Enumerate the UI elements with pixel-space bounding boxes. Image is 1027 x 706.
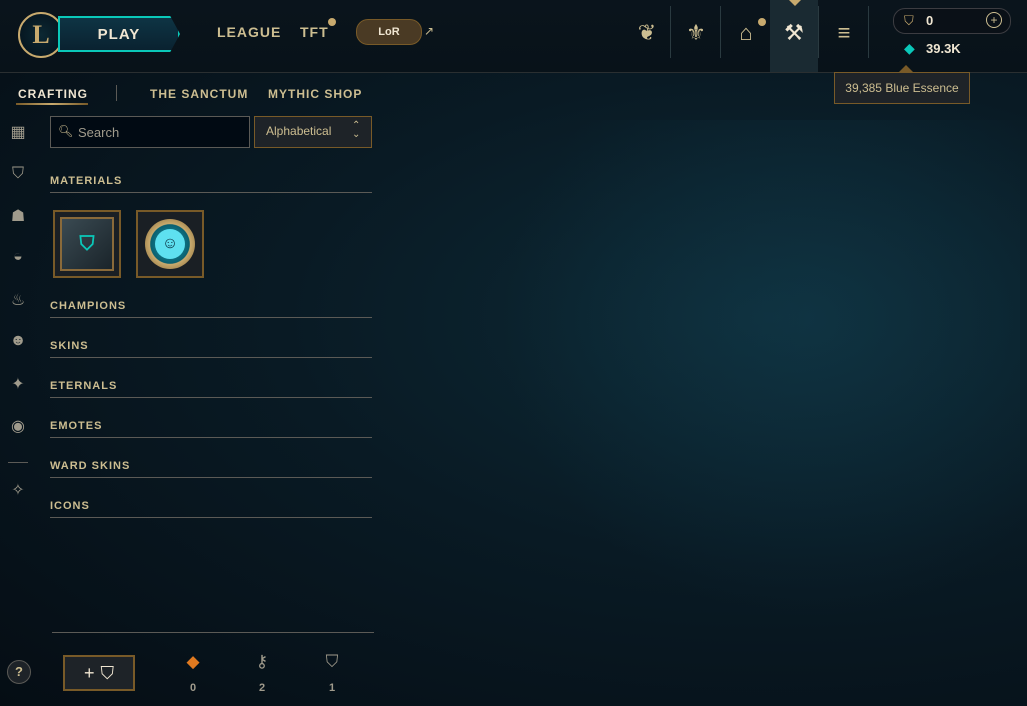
key-count: 2 (258, 682, 266, 694)
league-logo-icon[interactable]: L (18, 12, 64, 58)
nav-lor[interactable]: LoR (356, 19, 422, 45)
orange-essence-count: 0 (189, 682, 197, 694)
grid-icon[interactable]: ▦ (8, 122, 28, 142)
mask-icon[interactable]: ◒ (8, 247, 28, 267)
orange-essence-icon: ◆ (186, 652, 200, 671)
key-icon: ⚷ (255, 652, 269, 671)
section-title-materials[interactable]: MATERIALS (50, 175, 122, 187)
divider (50, 477, 372, 478)
play-button-label: PLAY (97, 25, 141, 43)
divider (116, 85, 117, 101)
help-button[interactable]: ? (7, 660, 31, 684)
play-button[interactable]: PLAY (58, 16, 180, 52)
active-tab-caret-icon (789, 0, 801, 6)
tft-notification-dot (328, 18, 336, 26)
chest-icon[interactable]: ⛉ (8, 164, 28, 184)
external-link-icon: ↗ (424, 24, 435, 38)
divider (52, 632, 374, 633)
divider (720, 6, 721, 58)
blue-essence-tooltip: 39,385 Blue Essence (834, 72, 970, 104)
champions-icon[interactable]: ❦ (632, 18, 662, 48)
tooltip-caret (899, 65, 913, 72)
active-tab-underline (16, 103, 88, 105)
divider (50, 357, 372, 358)
add-chest-button[interactable]: + ⛉ (63, 655, 135, 691)
nav-tft[interactable]: TFT (300, 24, 329, 40)
plus-icon: + (83, 662, 95, 683)
material-emote-token-tile[interactable]: ☺ (136, 210, 204, 278)
section-title-skins[interactable]: SKINS (50, 340, 89, 352)
divider (50, 437, 372, 438)
ward-icon[interactable]: ✦ (8, 374, 28, 394)
eternal-flame-icon[interactable]: ♨ (8, 290, 28, 310)
champion-helmet-icon[interactable]: ☗ (8, 206, 28, 226)
tab-the-sanctum[interactable]: THE SANCTUM (150, 87, 248, 101)
emote-token-icon: ☺ (145, 219, 195, 269)
divider (868, 6, 869, 58)
loot-icon[interactable]: ⚒ (779, 18, 809, 48)
riot-points-icon: ⛉ (904, 13, 914, 28)
material-chest-tile[interactable]: ⛉ (53, 210, 121, 278)
store-notification-dot (758, 18, 766, 26)
blue-essence-icon: ◆ (904, 40, 915, 56)
tab-crafting[interactable]: CRAFTING (18, 87, 88, 101)
collection-icon[interactable]: ⚜ (681, 18, 711, 48)
divider (818, 6, 819, 58)
divider (670, 6, 671, 58)
divider (8, 462, 28, 463)
section-title-ward-skins[interactable]: WARD SKINS (50, 460, 130, 472)
divider (50, 192, 372, 193)
search-input[interactable] (76, 121, 240, 143)
riot-points-value: 0 (926, 13, 934, 28)
section-title-emotes[interactable]: EMOTES (50, 420, 102, 432)
buy-rp-button[interactable]: + (986, 12, 1002, 28)
blue-essence-value[interactable]: 39.3K (926, 41, 961, 56)
divider (50, 397, 372, 398)
hextech-chest-icon: ⛉ (60, 217, 114, 271)
misc-icon[interactable]: ✧ (8, 480, 28, 500)
search-icon: 🔍︎ (58, 124, 74, 138)
chest-count: 1 (328, 682, 336, 694)
section-title-champions[interactable]: CHAMPIONS (50, 300, 126, 312)
chest-icon: ⛉ (325, 652, 339, 671)
divider (50, 317, 372, 318)
background-glow (500, 120, 1020, 620)
sort-dropdown-label: Alphabetical (266, 124, 332, 138)
currency-store-icon[interactable]: ≡ (829, 18, 859, 48)
chevron-updown-icon: ⌃ ⌄ (352, 120, 361, 140)
section-title-eternals[interactable]: ETERNALS (50, 380, 117, 392)
section-title-icons[interactable]: ICONS (50, 500, 90, 512)
profile-icon[interactable]: ◉ (8, 416, 28, 436)
chest-icon: ⛉ (100, 662, 115, 683)
emote-icon[interactable]: ☻ (8, 331, 28, 351)
nav-league[interactable]: LEAGUE (217, 24, 281, 40)
divider (50, 517, 372, 518)
store-icon[interactable]: ⌂ (731, 18, 761, 48)
tab-mythic-shop[interactable]: MYTHIC SHOP (268, 87, 362, 101)
